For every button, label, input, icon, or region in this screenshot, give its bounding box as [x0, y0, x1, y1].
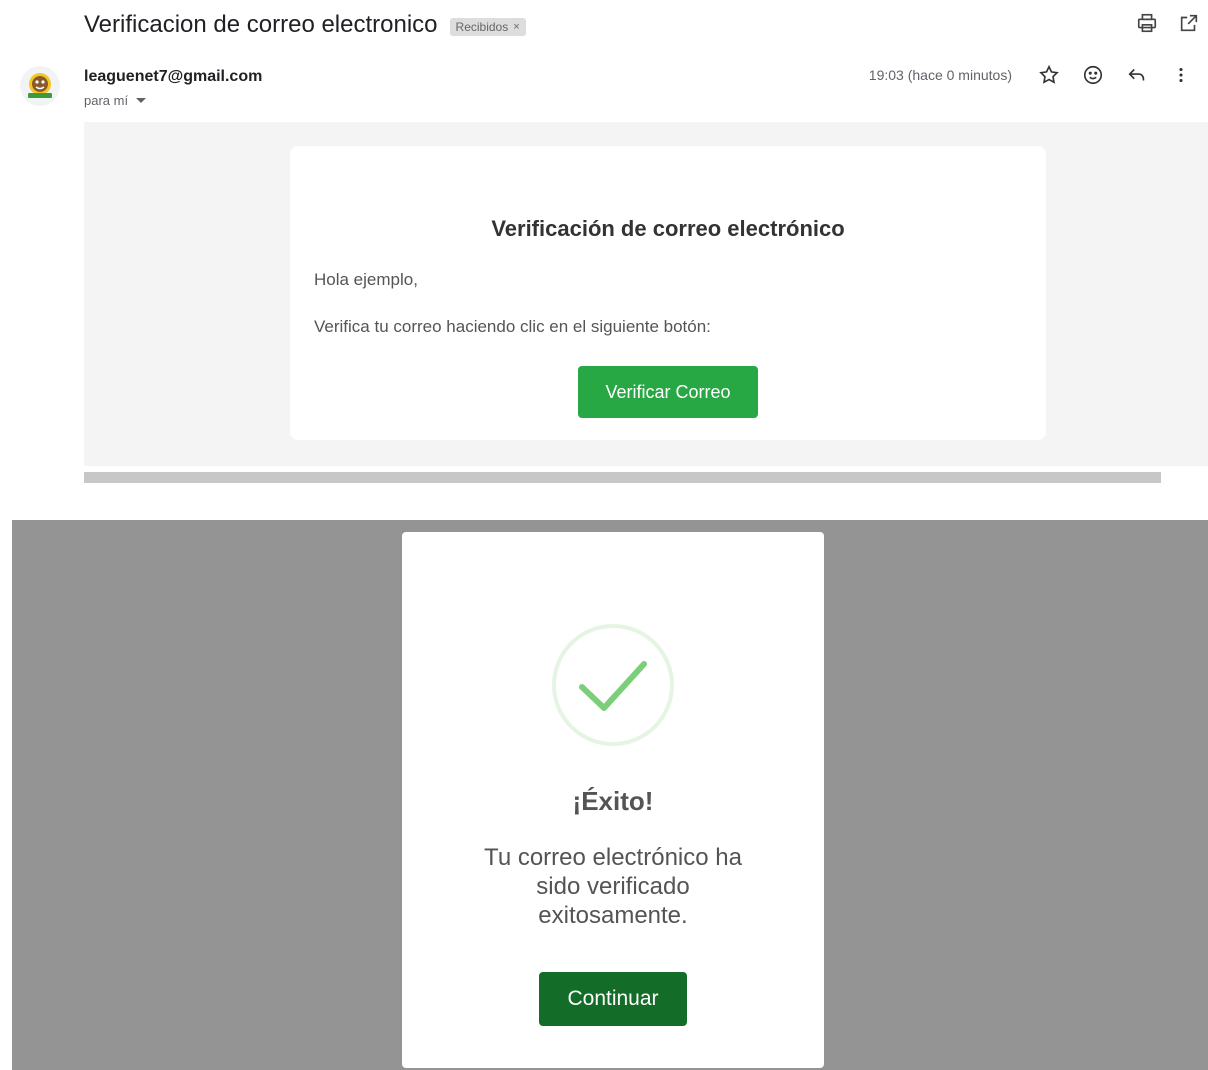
message-meta: 19:03 (hace 0 minutos): [869, 64, 1192, 86]
inbox-label-chip[interactable]: Recibidos ×: [449, 17, 526, 36]
emoji-icon[interactable]: [1082, 64, 1104, 86]
email-body: Verificación de correo electrónico Hola …: [84, 122, 1208, 466]
modal-overlay: ¡Éxito! Tu correo electrónico ha sido ve…: [12, 520, 1208, 1070]
horizontal-scrollbar[interactable]: [84, 472, 1161, 483]
star-icon[interactable]: [1038, 64, 1060, 86]
remove-label-button[interactable]: ×: [513, 21, 519, 33]
inbox-label-text: Recibidos: [455, 19, 509, 34]
email-card: Verificación de correo electrónico Hola …: [290, 146, 1046, 440]
modal-title: ¡Éxito!: [572, 786, 654, 816]
open-in-new-window-icon[interactable]: [1178, 12, 1200, 34]
check-circle-icon: [552, 624, 674, 746]
email-view: Verificacion de correo electronico Recib…: [0, 0, 1208, 520]
more-vert-icon[interactable]: [1170, 64, 1192, 86]
recipient-text: para mí: [84, 93, 129, 108]
continue-button[interactable]: Continuar: [539, 972, 687, 1026]
reply-icon[interactable]: [1126, 64, 1148, 86]
top-actions: [1136, 12, 1200, 34]
success-modal: ¡Éxito! Tu correo electrónico ha sido ve…: [402, 532, 824, 1068]
subject-row: Verificacion de correo electronico Recib…: [84, 8, 526, 42]
chevron-down-icon[interactable]: [136, 98, 147, 103]
recipient-line[interactable]: para mí: [84, 93, 147, 108]
sender-email[interactable]: leaguenet7@gmail.com: [84, 68, 262, 86]
avatar[interactable]: [20, 66, 60, 106]
email-greeting: Hola ejemplo,: [314, 270, 418, 289]
verify-email-button[interactable]: Verificar Correo: [578, 366, 758, 418]
email-instruction: Verifica tu correo haciendo clic en el s…: [314, 317, 711, 336]
email-subject: Verificacion de correo electronico: [84, 11, 438, 38]
message-time: 19:03 (hace 0 minutos): [868, 67, 1012, 83]
modal-message: Tu correo electrónico ha sido verificado…: [484, 844, 742, 929]
email-card-title: Verificación de correo electrónico: [491, 216, 845, 241]
print-icon[interactable]: [1136, 12, 1158, 34]
